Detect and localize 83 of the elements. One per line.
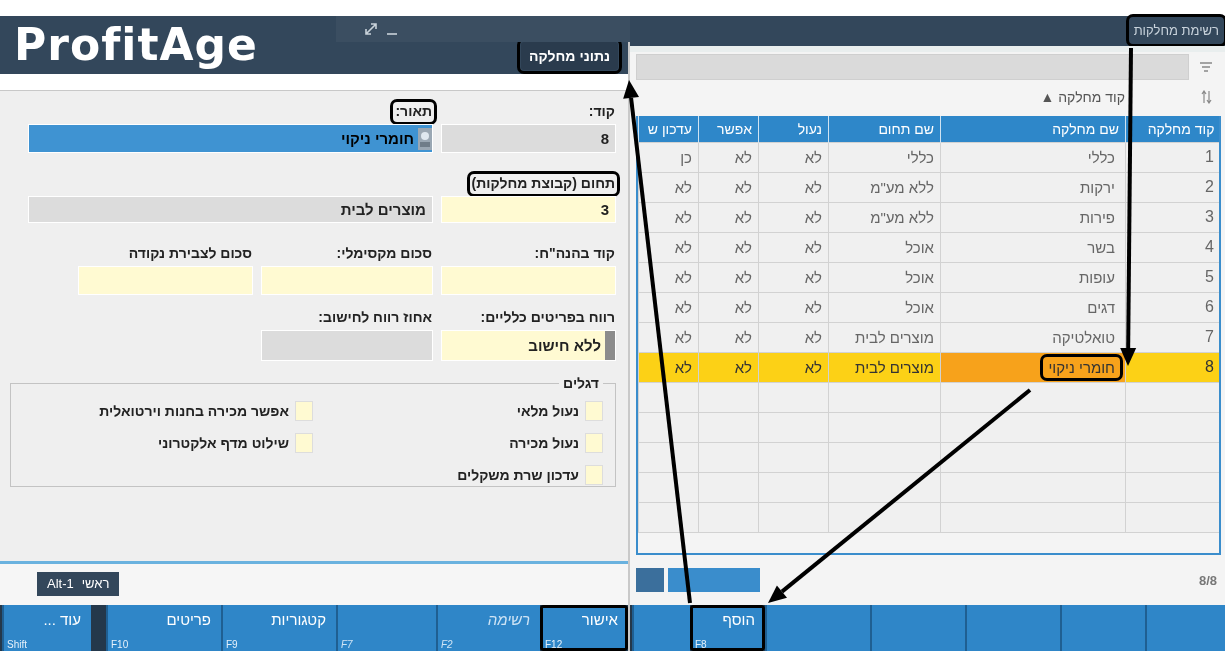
table-cell: מוצרים לבית (828, 352, 941, 383)
checkbox[interactable] (295, 433, 313, 453)
table-cell: לא (698, 262, 759, 293)
table-cell: לא (758, 202, 829, 233)
table-cell: לא (698, 292, 759, 323)
checkbox[interactable] (585, 401, 603, 421)
function-key[interactable] (870, 605, 965, 651)
checkbox-label: נעול מכירה (509, 435, 579, 451)
field-label: רווח בפריטים כלליים: (479, 309, 616, 327)
column-header[interactable]: אפשר (698, 115, 759, 143)
table-cell: לא (698, 172, 759, 203)
checkbox[interactable] (295, 401, 313, 421)
input-field[interactable]: מוצרים לבית (28, 196, 433, 223)
column-header[interactable]: שם מחלקה (940, 115, 1126, 143)
input-field[interactable]: 3 (441, 196, 616, 223)
table-cell: לא (758, 232, 829, 263)
table-cell: לא (698, 352, 759, 383)
field-label: סכום לצבירת נקודה (127, 245, 253, 263)
field-label: אחוז רווח לחישוב: (317, 309, 433, 327)
lookup-icon[interactable] (418, 127, 432, 150)
function-key[interactable] (1060, 605, 1145, 651)
column-header[interactable]: נעול (758, 115, 829, 143)
table-cell: 8 (1125, 352, 1219, 383)
table-cell: לא (698, 202, 759, 233)
function-key[interactable] (1145, 605, 1225, 651)
restore-icon[interactable] (364, 22, 378, 36)
table-cell: לא (758, 292, 829, 323)
input-field[interactable]: חומרי ניקוי (28, 124, 433, 153)
table-cell: לא (758, 172, 829, 203)
input-field[interactable] (78, 266, 253, 295)
table-cell: לא (758, 352, 829, 383)
list-tab[interactable] (668, 568, 760, 593)
table-cell: ללא מע"מ (828, 172, 941, 203)
table-cell: אוכל (828, 262, 941, 293)
table-cell: לא (698, 322, 759, 353)
table-cell: אוכל (828, 232, 941, 263)
dropdown-field[interactable]: ללא חישוב (441, 330, 616, 361)
table-cell: לא (698, 142, 759, 173)
table-cell: אוכל (828, 292, 941, 323)
table-cell: כללי (828, 142, 941, 173)
field-label: סכום מקסימלי: (335, 245, 433, 263)
table-cell: לא (758, 322, 829, 353)
table-cell: בשר (940, 232, 1126, 263)
column-header[interactable]: עדכון ש (638, 115, 699, 143)
table-cell: חומרי ניקוי (940, 352, 1126, 383)
filter-icon[interactable] (1199, 60, 1213, 73)
checkbox[interactable] (585, 465, 603, 485)
table-cell: כללי (940, 142, 1126, 173)
table-cell: עופות (940, 262, 1126, 293)
group-title: דגלים (562, 375, 600, 391)
dropdown-handle[interactable] (605, 331, 615, 360)
table-cell: לא (758, 142, 829, 173)
checkbox-label: נעול מלאי (516, 403, 579, 419)
column-header[interactable]: שם תחום (828, 115, 941, 143)
field-label: קוד: (587, 103, 616, 121)
table-cell: כן (638, 142, 699, 173)
input-field[interactable] (261, 330, 433, 361)
table-cell: פירות (940, 202, 1126, 233)
table-cell: דגים (940, 292, 1126, 323)
table-cell: מוצרים לבית (828, 322, 941, 353)
table-cell: 1 (1125, 142, 1219, 173)
table-cell: לא (698, 232, 759, 263)
column-header[interactable]: קוד מחלקה (1125, 115, 1219, 143)
checkbox-label: שילוט מדף אלקטרוני (158, 435, 289, 451)
table-cell: לא (758, 262, 829, 293)
table-cell: טואלטיקה (940, 322, 1126, 353)
function-key[interactable] (965, 605, 1060, 651)
checkbox[interactable] (585, 433, 603, 453)
app-logo: ProfitAge (13, 19, 258, 72)
table-cell: ירקות (940, 172, 1126, 203)
record-count: 8/8 (1198, 572, 1217, 588)
function-key[interactable] (765, 605, 870, 651)
checkbox-label: אפשר מכירה בחנות וירטואלית (99, 403, 289, 419)
field-label: קוד בהנה"ח: (533, 245, 616, 263)
sort-label[interactable]: קוד מחלקה ▲ (1040, 88, 1125, 105)
input-field[interactable] (441, 266, 616, 295)
filter-field[interactable] (636, 53, 1189, 80)
checkbox-label: עדכון שרת משקלים (457, 467, 579, 483)
input-field[interactable]: 8 (441, 124, 616, 153)
input-field[interactable] (261, 266, 433, 295)
table-cell: ללא מע"מ (828, 202, 941, 233)
function-key[interactable] (632, 605, 690, 651)
sort-icon[interactable] (1201, 89, 1213, 104)
